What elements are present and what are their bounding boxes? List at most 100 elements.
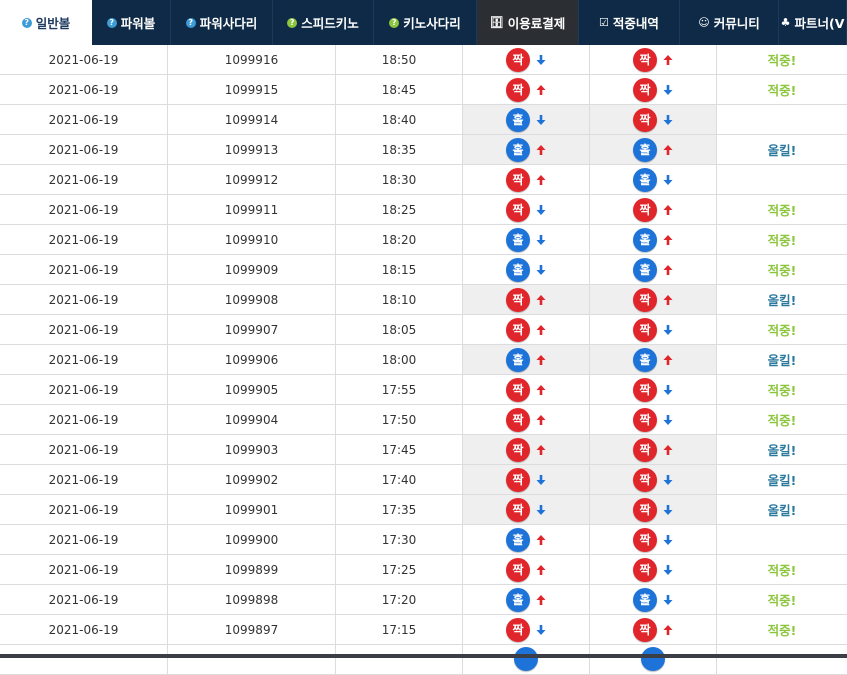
result-cell: 적중! — [767, 623, 797, 638]
odd-ball: 홀 — [506, 347, 530, 372]
time-cell: 17:40 — [336, 465, 463, 494]
time-cell: 18:35 — [336, 135, 463, 164]
even-ball: 짝 — [506, 167, 530, 192]
prediction-cell-1: 짝 — [463, 495, 590, 524]
date-cell: 2021-06-19 — [0, 195, 168, 224]
result-cell: 적중! — [767, 83, 797, 98]
odd-ball: 홀 — [633, 167, 657, 192]
even-ball: 짝 — [633, 407, 657, 432]
date-cell: 2021-06-19 — [0, 285, 168, 314]
odd-ball: 홀 — [506, 137, 530, 162]
prediction-cell-2: 짝 — [590, 75, 717, 104]
result-cell: 적중! — [767, 323, 797, 338]
prediction-cell-2 — [590, 645, 717, 674]
table-row: 2021-06-19 1099900 17:30 홀 짝 — [0, 525, 847, 555]
result-cell — [717, 645, 847, 674]
help-circle-icon: ? — [389, 17, 400, 28]
arrow-down-icon — [536, 234, 546, 245]
arrow-down-icon — [663, 114, 673, 125]
tab-5[interactable]: ? 키노사다리 — [374, 0, 477, 45]
odd-ball: 홀 — [633, 137, 657, 162]
even-ball: 짝 — [506, 77, 530, 102]
database-icon: 🗄 — [489, 16, 504, 29]
help-circle-icon: ? — [185, 17, 196, 28]
date-cell: 2021-06-19 — [0, 75, 168, 104]
round-cell: 1099907 — [168, 315, 336, 344]
table-row: 2021-06-19 1099916 18:50 짝 짝 적중! — [0, 45, 847, 75]
prediction-cell-2: 짝 — [590, 555, 717, 584]
tab-6[interactable]: 🗄 이용료결제 — [477, 0, 579, 45]
round-cell — [168, 645, 336, 674]
date-cell: 2021-06-19 — [0, 345, 168, 374]
date-cell: 2021-06-19 — [0, 225, 168, 254]
round-cell: 1099912 — [168, 165, 336, 194]
even-ball: 짝 — [506, 317, 530, 342]
prediction-cell-2: 홀 — [590, 225, 717, 254]
prediction-cell-2: 짝 — [590, 45, 717, 74]
result-cell: 적중! — [767, 203, 797, 218]
round-cell: 1099914 — [168, 105, 336, 134]
result-cell: 올킬! — [767, 503, 797, 518]
prediction-cell-1: 홀 — [463, 105, 590, 134]
tab-4[interactable]: ? 스피드키노 — [273, 0, 374, 45]
round-cell: 1099902 — [168, 465, 336, 494]
help-circle-icon: ? — [21, 17, 32, 28]
even-ball: 짝 — [633, 467, 657, 492]
prediction-cell-1: 짝 — [463, 315, 590, 344]
time-cell: 18:30 — [336, 165, 463, 194]
table-row: 2021-06-19 1099907 18:05 짝 짝 적중! — [0, 315, 847, 345]
tab-label: 커뮤니티 — [713, 16, 760, 31]
prediction-cell-1: 짝 — [463, 285, 590, 314]
even-ball: 짝 — [506, 377, 530, 402]
tab-label: 파트너(V — [794, 16, 845, 31]
arrow-down-icon — [663, 174, 673, 185]
date-cell: 2021-06-19 — [0, 615, 168, 644]
tab-3[interactable]: ? 파워사다리 — [171, 0, 273, 45]
arrow-up-icon — [536, 144, 546, 155]
round-cell: 1099901 — [168, 495, 336, 524]
time-cell: 17:30 — [336, 525, 463, 554]
result-cell — [717, 105, 847, 134]
arrow-up-icon — [536, 84, 546, 95]
table-row: 2021-06-19 1099902 17:40 짝 짝 올킬! — [0, 465, 847, 495]
prediction-cell-1: 짝 — [463, 555, 590, 584]
tab-1[interactable]: ? 일반볼 — [0, 0, 92, 45]
arrow-up-icon — [536, 354, 546, 365]
table-row: 2021-06-19 1099909 18:15 홀 홀 적중! — [0, 255, 847, 285]
odd-ball: 홀 — [506, 227, 530, 252]
arrow-up-icon — [536, 414, 546, 425]
table-row: 2021-06-19 1099906 18:00 홀 홀 올킬! — [0, 345, 847, 375]
table-row: 2021-06-19 1099904 17:50 짝 짝 적중! — [0, 405, 847, 435]
arrow-down-icon — [536, 204, 546, 215]
even-ball: 짝 — [633, 437, 657, 462]
table-row: 2021-06-19 1099903 17:45 짝 짝 올킬! — [0, 435, 847, 465]
prediction-cell-2: 짝 — [590, 375, 717, 404]
arrow-down-icon — [536, 54, 546, 65]
arrow-up-icon — [536, 174, 546, 185]
round-cell: 1099911 — [168, 195, 336, 224]
result-cell: 올킬! — [767, 143, 797, 158]
prediction-cell-1: 홀 — [463, 585, 590, 614]
prediction-cell-2: 짝 — [590, 195, 717, 224]
prediction-cell-2: 홀 — [590, 255, 717, 284]
arrow-down-icon — [663, 414, 673, 425]
prediction-cell-2: 짝 — [590, 615, 717, 644]
time-cell: 18:40 — [336, 105, 463, 134]
tab-9[interactable]: ♣ 파트너(V — [779, 0, 847, 45]
even-ball: 짝 — [633, 287, 657, 312]
time-cell: 17:20 — [336, 585, 463, 614]
tab-8[interactable]: ☺ 커뮤니티 — [680, 0, 779, 45]
tab-7[interactable]: ☑ 적중내역 — [579, 0, 680, 45]
tab-2[interactable]: ? 파워볼 — [92, 0, 171, 45]
date-cell: 2021-06-19 — [0, 525, 168, 554]
prediction-cell-2: 홀 — [590, 345, 717, 374]
prediction-cell-1: 짝 — [463, 465, 590, 494]
group-icon: ♣ — [780, 16, 791, 29]
round-cell: 1099913 — [168, 135, 336, 164]
table-row: 2021-06-19 1099912 18:30 짝 홀 — [0, 165, 847, 195]
help-circle-icon: ? — [287, 17, 298, 28]
round-cell: 1099897 — [168, 615, 336, 644]
round-cell: 1099904 — [168, 405, 336, 434]
result-cell — [717, 165, 847, 194]
table-row: 2021-06-19 1099898 17:20 홀 홀 적중! — [0, 585, 847, 615]
